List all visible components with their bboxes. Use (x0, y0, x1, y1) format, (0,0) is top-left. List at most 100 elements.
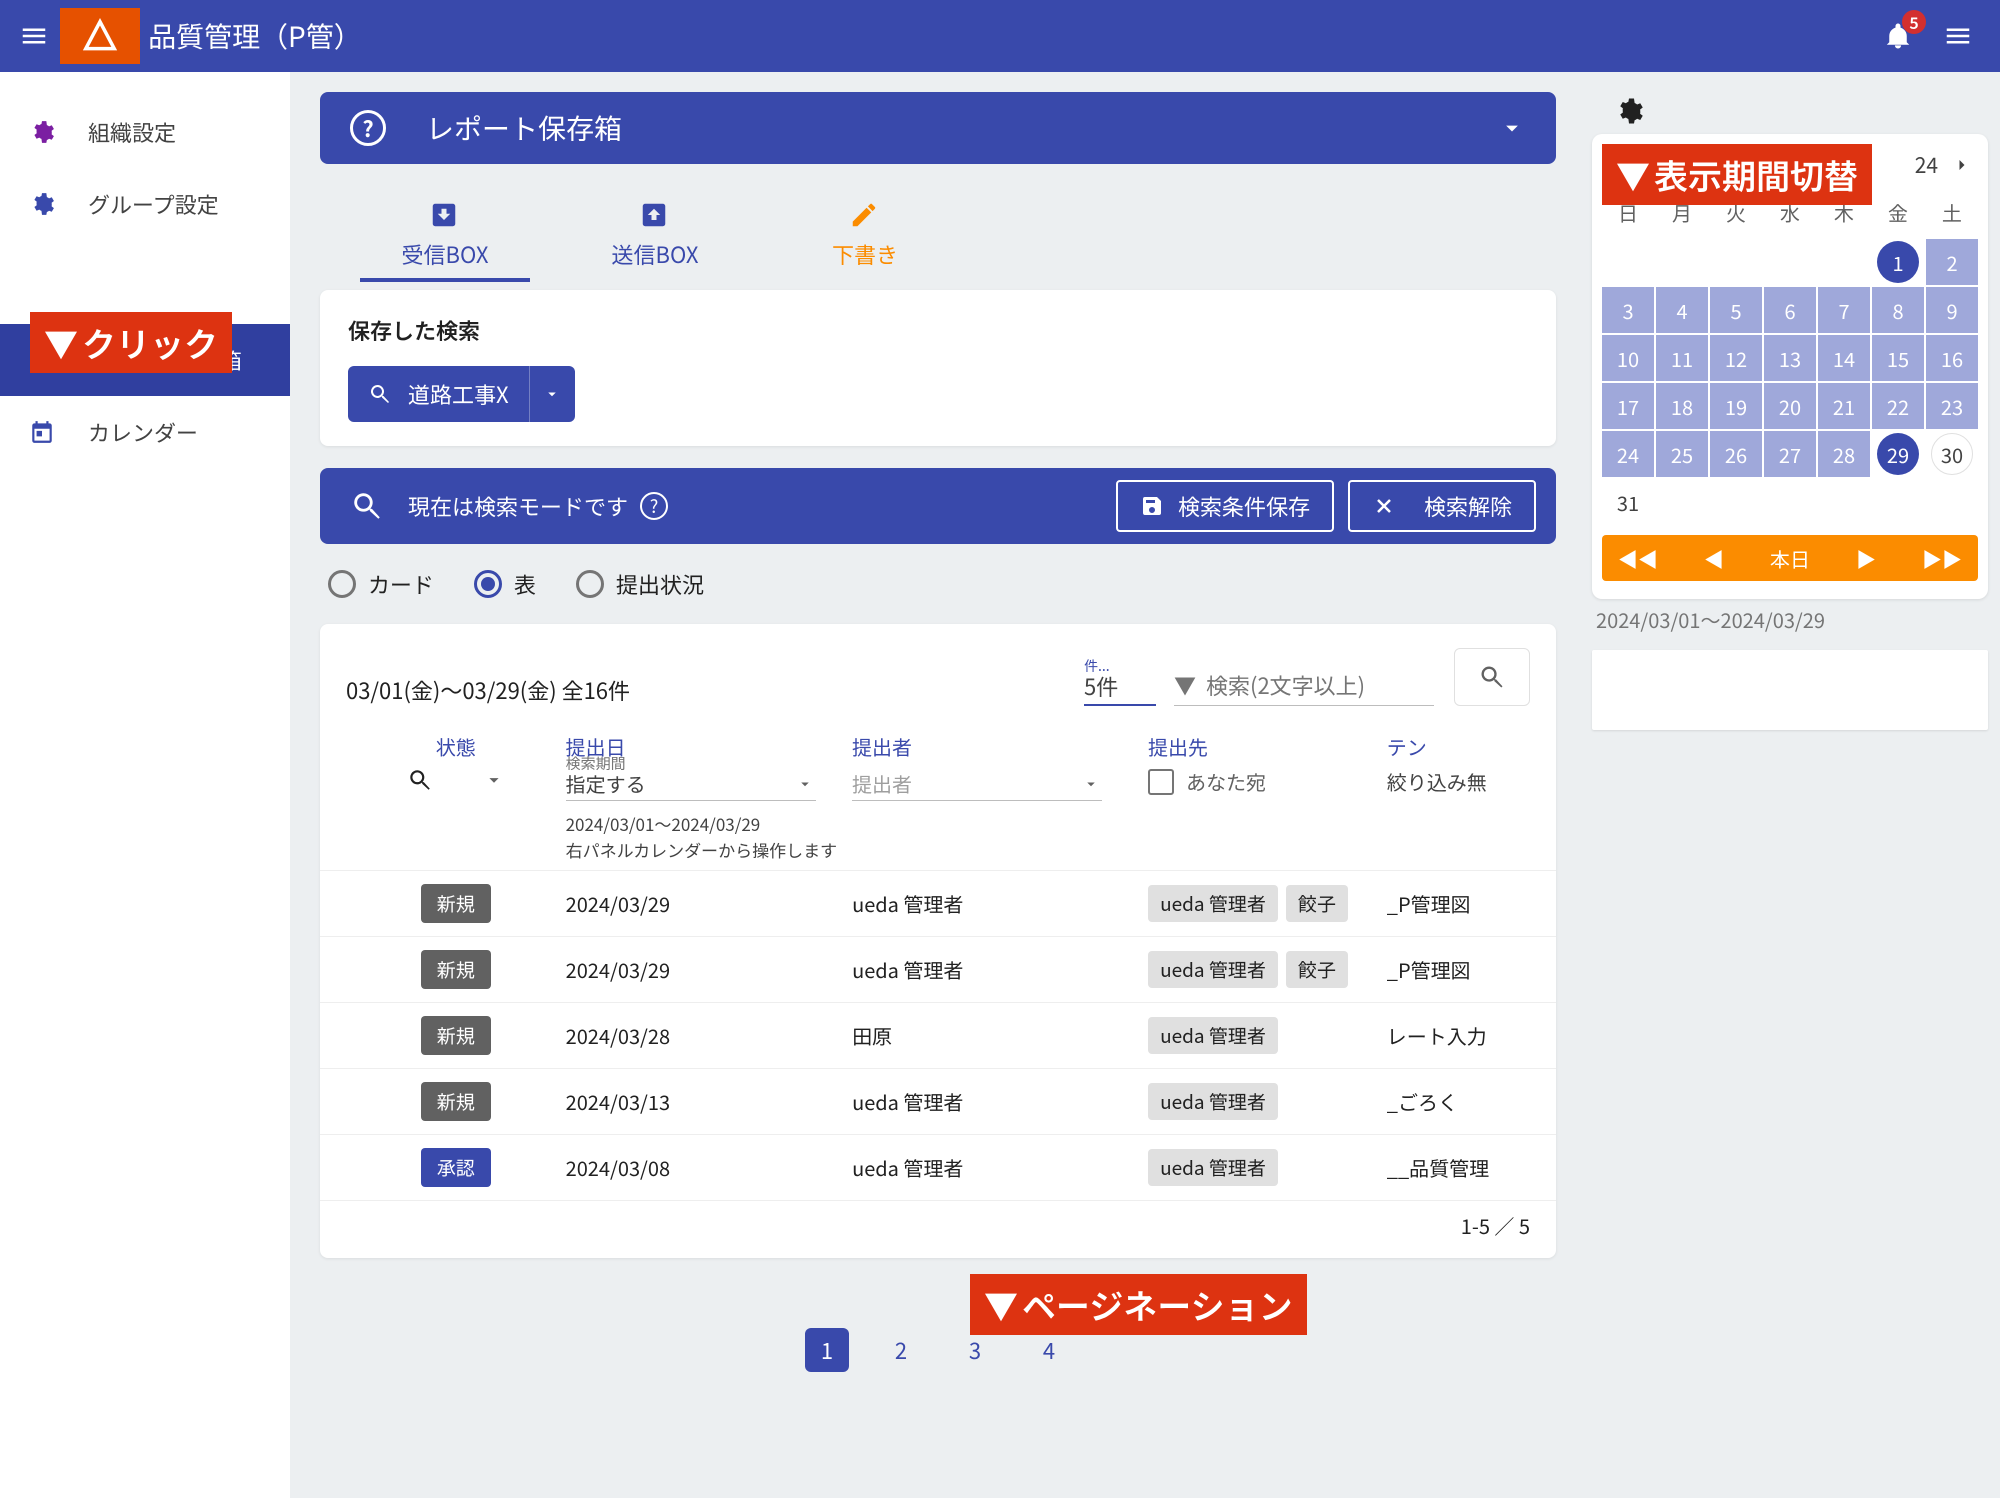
tab-inbox[interactable]: 受信BOX (340, 180, 550, 280)
to-you-checkbox[interactable] (1148, 769, 1174, 795)
radio-table-view[interactable]: 表 (474, 568, 536, 600)
col-submitter[interactable]: 提出者 (852, 732, 1148, 761)
close-icon (1372, 494, 1410, 518)
help-icon[interactable]: ? (350, 110, 386, 146)
calendar-day[interactable]: 24 (1602, 431, 1654, 477)
submitter-filter-select[interactable]: 提出者 (852, 767, 1102, 801)
clear-search-button[interactable]: 検索解除 (1348, 480, 1536, 532)
calendar-day[interactable]: 25 (1656, 431, 1708, 477)
calendar-day[interactable]: 19 (1710, 383, 1762, 429)
calendar-day[interactable]: 5 (1710, 287, 1762, 333)
calendar-day[interactable]: 3 (1602, 287, 1654, 333)
table-row[interactable]: 新規2024/03/29ueda 管理者ueda 管理者餃子_P管理図 (320, 936, 1556, 1002)
calendar-day (1602, 239, 1654, 285)
forward-icon[interactable]: ▶▶ (1922, 544, 1962, 573)
gear-icon (24, 186, 60, 222)
table-row[interactable]: 新規2024/03/29ueda 管理者ueda 管理者餃子_P管理図 (320, 870, 1556, 936)
calendar-day[interactable]: 7 (1818, 287, 1870, 333)
calendar-day[interactable]: 12 (1710, 335, 1762, 381)
cell-template: レート入力 (1387, 1021, 1530, 1050)
calendar-day[interactable]: 6 (1764, 287, 1816, 333)
appbar-menu-icon[interactable] (1936, 14, 1980, 58)
calendar-day[interactable]: 16 (1926, 335, 1978, 381)
tabbar: 受信BOX 送信BOX 下書き (320, 180, 1556, 280)
calendar-day[interactable]: 28 (1818, 431, 1870, 477)
app-logo (60, 8, 140, 64)
notifications-button[interactable]: 5 (1876, 14, 1920, 58)
calendar-day[interactable]: 13 (1764, 335, 1816, 381)
recipient-pill: ueda 管理者 (1148, 1017, 1278, 1054)
cell-submitter: 田原 (852, 1021, 1148, 1050)
page-2[interactable]: 2 (879, 1328, 923, 1372)
panel-header[interactable]: ? レポート保存箱 (320, 92, 1556, 164)
radio-card-view[interactable]: カード (328, 568, 434, 600)
chevron-down-icon[interactable] (1498, 114, 1526, 142)
calendar-day[interactable]: 9 (1926, 287, 1978, 333)
calendar-day[interactable]: 27 (1764, 431, 1816, 477)
sidebar-item-calendar[interactable]: カレンダー (0, 396, 290, 468)
search-icon[interactable] (407, 767, 433, 793)
calendar-day[interactable]: 26 (1710, 431, 1762, 477)
today-button[interactable]: 本日 (1770, 544, 1810, 573)
calendar-day[interactable]: 4 (1656, 287, 1708, 333)
triangle-down-icon: ▼ (984, 1280, 1018, 1329)
calendar-day[interactable]: 30 (1931, 433, 1973, 475)
chevron-down-icon[interactable] (483, 769, 505, 791)
calendar-day[interactable]: 14 (1818, 335, 1870, 381)
inbox-icon (429, 200, 461, 232)
col-template[interactable]: テン (1387, 732, 1530, 761)
sidebar: 組織設定 グループ設定 ▼ クリック レポート保存箱 カレンダー (0, 72, 290, 1498)
sidebar-item-group-settings[interactable]: グループ設定 (0, 168, 290, 240)
next-icon[interactable]: ▶ (1856, 544, 1876, 573)
search-button[interactable] (1454, 648, 1530, 706)
sidebar-item-org-settings[interactable]: 組織設定 (0, 96, 290, 168)
calendar-day[interactable]: 29 (1877, 433, 1919, 475)
chip-dropdown[interactable] (529, 366, 575, 422)
pencil-icon (849, 200, 881, 232)
saved-searches-title: 保存した検索 (348, 314, 1528, 346)
tab-drafts[interactable]: 下書き (760, 180, 970, 280)
template-filter[interactable]: 絞り込み無 (1387, 767, 1530, 796)
page-1[interactable]: 1 (805, 1328, 849, 1372)
help-icon[interactable]: ? (640, 492, 668, 520)
calendar-day[interactable]: 11 (1656, 335, 1708, 381)
rewind-icon[interactable]: ◀◀ (1618, 544, 1658, 573)
chevron-right-icon[interactable] (1952, 155, 1972, 175)
saved-search-chip[interactable]: 道路工事X (348, 366, 575, 422)
calendar-day[interactable]: 20 (1764, 383, 1816, 429)
tab-outbox[interactable]: 送信BOX (550, 180, 760, 280)
calendar-day[interactable]: 15 (1872, 335, 1924, 381)
cell-to: ueda 管理者餃子 (1148, 951, 1387, 988)
calendar-day[interactable]: 10 (1602, 335, 1654, 381)
cell-template: _ごろく (1387, 1087, 1530, 1116)
calendar-nav: ◀◀ ◀ 本日 ▶ ▶▶ (1602, 535, 1978, 581)
calendar-day[interactable]: 8 (1872, 287, 1924, 333)
cell-to: ueda 管理者 (1148, 1149, 1387, 1186)
gear-icon[interactable] (1614, 96, 1988, 126)
table-row[interactable]: 新規2024/03/28田原ueda 管理者レート入力 (320, 1002, 1556, 1068)
cell-date: 2024/03/29 (566, 955, 852, 984)
table-summary: 03/01(金)〜03/29(金) 全16件 (346, 674, 630, 706)
period-filter-select[interactable]: 検索期間 指定する (566, 767, 816, 801)
radio-submission-view[interactable]: 提出状況 (576, 568, 704, 600)
calendar-day[interactable]: 1 (1877, 241, 1919, 283)
table-row[interactable]: 新規2024/03/13ueda 管理者ueda 管理者_ごろく (320, 1068, 1556, 1134)
calendar-day[interactable]: 17 (1602, 383, 1654, 429)
save-search-button[interactable]: 検索条件保存 (1116, 480, 1334, 532)
rows-per-page-select[interactable]: 件... 5件 (1084, 670, 1156, 706)
cell-to: ueda 管理者餃子 (1148, 885, 1387, 922)
calendar-day[interactable]: 21 (1818, 383, 1870, 429)
quick-search-input[interactable]: ▼ 検索(2文字以上) (1174, 669, 1434, 706)
calendar-day[interactable]: 2 (1926, 239, 1978, 285)
hamburger-menu-icon[interactable] (12, 14, 56, 58)
calendar-day[interactable]: 31 (1602, 479, 1654, 525)
callout-click: ▼ クリック (30, 312, 232, 373)
calendar-day[interactable]: 22 (1872, 383, 1924, 429)
calendar-dow: 土 (1926, 192, 1978, 237)
col-to[interactable]: 提出先 (1148, 732, 1387, 761)
col-status[interactable]: 状態 (346, 732, 566, 761)
table-row[interactable]: 承認2024/03/08ueda 管理者ueda 管理者__品質管理 (320, 1134, 1556, 1200)
prev-icon[interactable]: ◀ (1704, 544, 1724, 573)
calendar-day[interactable]: 18 (1656, 383, 1708, 429)
calendar-day[interactable]: 23 (1926, 383, 1978, 429)
